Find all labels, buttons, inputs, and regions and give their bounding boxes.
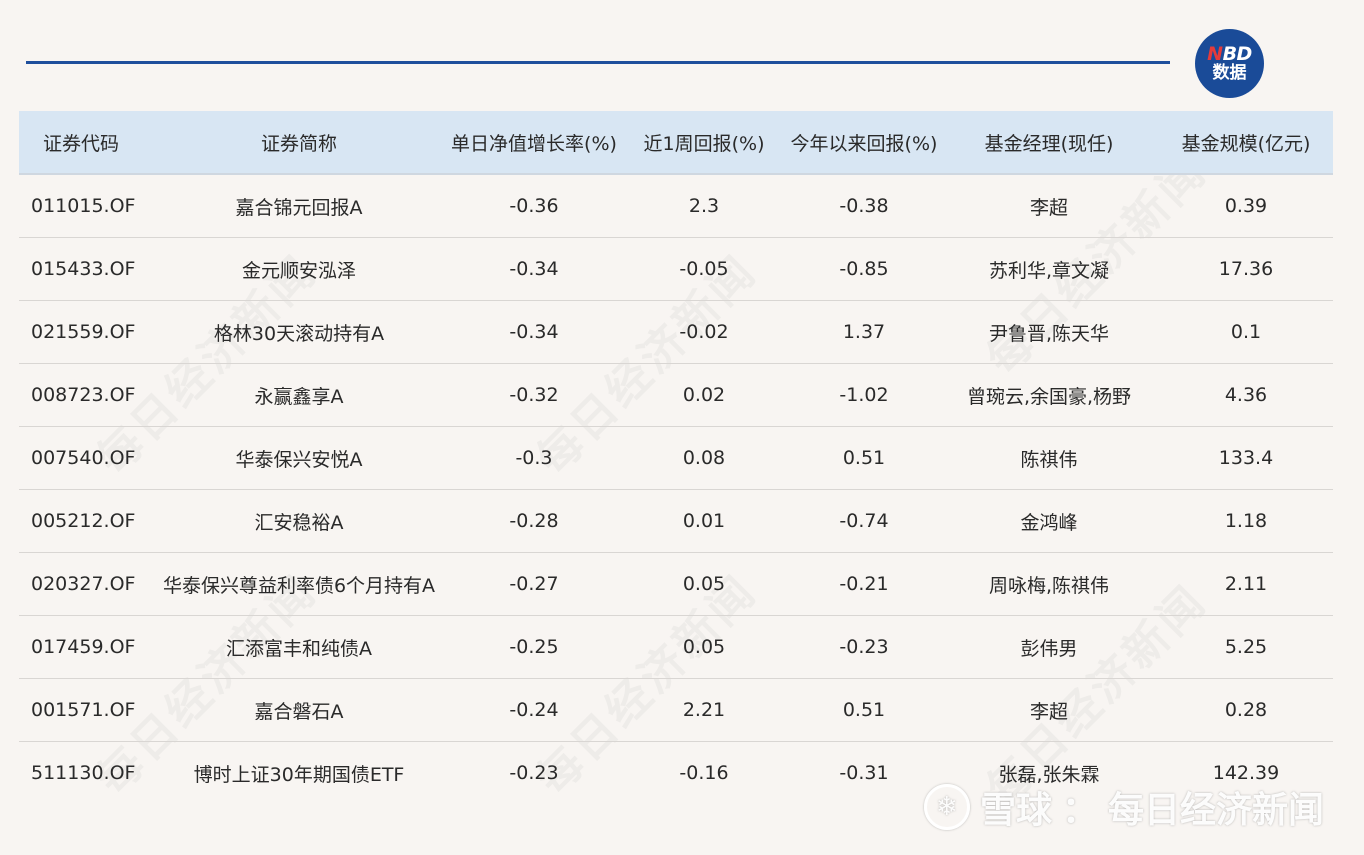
cell-code: 015433.OF bbox=[19, 237, 149, 301]
cell-week-return: 0.02 bbox=[619, 363, 789, 427]
nbd-logo: NBD 数据 bbox=[1195, 29, 1264, 98]
cell-code: 017459.OF bbox=[19, 615, 149, 679]
cell-fund-size: 0.28 bbox=[1159, 678, 1333, 742]
table-header: 证券代码 证券简称 单日净值增长率(%) 近1周回报(%) 今年以来回报(%) 基金经理(… bbox=[19, 111, 1333, 175]
cell-daily-growth: -0.32 bbox=[449, 363, 619, 427]
cell-name: 格林30天滚动持有A bbox=[149, 300, 449, 364]
bottom-watermark-source: 每日经济新闻 bbox=[1107, 790, 1324, 831]
column-header-name: 证券简称 bbox=[149, 111, 449, 175]
column-header-ytd-return: 今年以来回报(%) bbox=[789, 111, 939, 175]
table-row: 011015.OF 嘉合锦元回报A -0.36 2.3 -0.38 李超 0.39 bbox=[19, 174, 1333, 238]
column-header-daily-growth: 单日净值增长率(%) bbox=[449, 111, 619, 175]
cell-ytd-return: 0.51 bbox=[789, 426, 939, 490]
cell-manager: 周咏梅,陈祺伟 bbox=[939, 552, 1159, 616]
cell-code: 020327.OF bbox=[19, 552, 149, 616]
cell-code: 008723.OF bbox=[19, 363, 149, 427]
cell-week-return: 0.08 bbox=[619, 426, 789, 490]
cell-ytd-return: -0.74 bbox=[789, 489, 939, 553]
table-row: 021559.OF 格林30天滚动持有A -0.34 -0.02 1.37 尹鲁晋,陈天华… bbox=[19, 300, 1333, 364]
cell-week-return: 2.21 bbox=[619, 678, 789, 742]
cell-code: 001571.OF bbox=[19, 678, 149, 742]
cell-manager: 尹鲁晋,陈天华 bbox=[939, 300, 1159, 364]
cell-ytd-return: -1.02 bbox=[789, 363, 939, 427]
cell-manager: 陈祺伟 bbox=[939, 426, 1159, 490]
column-header-manager: 基金经理(现任) bbox=[939, 111, 1159, 175]
cell-daily-growth: -0.28 bbox=[449, 489, 619, 553]
cell-fund-size: 17.36 bbox=[1159, 237, 1333, 301]
cell-fund-size: 1.18 bbox=[1159, 489, 1333, 553]
cell-week-return: 0.05 bbox=[619, 615, 789, 679]
cell-week-return: 0.01 bbox=[619, 489, 789, 553]
cell-daily-growth: -0.24 bbox=[449, 678, 619, 742]
cell-week-return: 0.05 bbox=[619, 552, 789, 616]
table-row: 015433.OF 金元顺安泓泽 -0.34 -0.05 -0.85 苏利华,章文凝 17.… bbox=[19, 237, 1333, 301]
cell-fund-size: 133.4 bbox=[1159, 426, 1333, 490]
cell-code: 007540.OF bbox=[19, 426, 149, 490]
cell-name: 汇添富丰和纯债A bbox=[149, 615, 449, 679]
cell-fund-size: 5.25 bbox=[1159, 615, 1333, 679]
cell-name: 华泰保兴安悦A bbox=[149, 426, 449, 490]
cell-ytd-return: -0.85 bbox=[789, 237, 939, 301]
fund-table: 证券代码 证券简称 单日净值增长率(%) 近1周回报(%) 今年以来回报(%) 基金经理(… bbox=[19, 111, 1333, 804]
table-row: 001571.OF 嘉合磐石A -0.24 2.21 0.51 李超 0.28 bbox=[19, 678, 1333, 742]
table-row: 008723.OF 永赢鑫享A -0.32 0.02 -1.02 曾琬云,余国豪,杨野 4.… bbox=[19, 363, 1333, 427]
cell-fund-size: 4.36 bbox=[1159, 363, 1333, 427]
cell-code: 021559.OF bbox=[19, 300, 149, 364]
logo-bottom-text: 数据 bbox=[1212, 62, 1247, 83]
top-rule bbox=[26, 61, 1170, 64]
cell-daily-growth: -0.34 bbox=[449, 300, 619, 364]
cell-ytd-return: -0.38 bbox=[789, 174, 939, 238]
cell-code: 011015.OF bbox=[19, 174, 149, 238]
cell-name: 永赢鑫享A bbox=[149, 363, 449, 427]
cell-code: 005212.OF bbox=[19, 489, 149, 553]
cell-fund-size: 2.11 bbox=[1159, 552, 1333, 616]
cell-name: 博时上证30年期国债ETF bbox=[193, 763, 405, 786]
cell-daily-growth: -0.25 bbox=[449, 615, 619, 679]
cell-manager: 彭伟男 bbox=[939, 615, 1159, 679]
logo-top-text: NBD bbox=[1207, 42, 1252, 65]
table-body: 011015.OF 嘉合锦元回报A -0.36 2.3 -0.38 李超 0.39 01543… bbox=[19, 174, 1333, 804]
cell-manager: 曾琬云,余国豪,杨野 bbox=[939, 363, 1159, 427]
cell-fund-size: 0.39 bbox=[1159, 174, 1333, 238]
table-row: 017459.OF 汇添富丰和纯债A -0.25 0.05 -0.23 彭伟男 5.25 bbox=[19, 615, 1333, 679]
table-row: 020327.OF 华泰保兴尊益利率债6个月持有A -0.27 0.05 -0.21 周咏… bbox=[19, 552, 1333, 616]
table-row: 007540.OF 华泰保兴安悦A -0.3 0.08 0.51 陈祺伟 133.4 bbox=[19, 426, 1333, 490]
cell-manager: 李超 bbox=[939, 174, 1159, 238]
cell-name: 嘉合磐石A bbox=[149, 678, 449, 742]
cell-week-return: -0.02 bbox=[619, 300, 789, 364]
cell-name: 汇安稳裕A bbox=[149, 489, 449, 553]
cell-ytd-return: -0.23 bbox=[789, 615, 939, 679]
cell-daily-growth: -0.23 bbox=[509, 762, 559, 784]
bottom-watermark-brand: 雪球 bbox=[979, 790, 1052, 831]
cell-manager: 李超 bbox=[939, 678, 1159, 742]
cell-ytd-return: -0.21 bbox=[789, 552, 939, 616]
cell-ytd-return: 0.51 bbox=[789, 678, 939, 742]
cell-name: 华泰保兴尊益利率债6个月持有A bbox=[149, 552, 449, 616]
snowball-icon: ❄ bbox=[923, 784, 970, 830]
cell-fund-size: 0.1 bbox=[1159, 300, 1333, 364]
cell-name: 嘉合锦元回报A bbox=[149, 174, 449, 238]
cell-daily-growth: -0.34 bbox=[449, 237, 619, 301]
column-header-fund-size: 基金规模(亿元) bbox=[1159, 111, 1333, 175]
column-header-week-return: 近1周回报(%) bbox=[619, 111, 789, 175]
cell-week-return: 2.3 bbox=[619, 174, 789, 238]
table-row: 005212.OF 汇安稳裕A -0.28 0.01 -0.74 金鸿峰 1.18 bbox=[19, 489, 1333, 553]
header-row: 证券代码 证券简称 单日净值增长率(%) 近1周回报(%) 今年以来回报(%) 基金经理(… bbox=[19, 111, 1333, 175]
bottom-watermark-separator: ： bbox=[1061, 790, 1098, 831]
column-header-code: 证券代码 bbox=[19, 111, 149, 175]
cell-manager: 金鸿峰 bbox=[939, 489, 1159, 553]
cell-ytd-return: -0.31 bbox=[839, 762, 889, 784]
cell-daily-growth: -0.36 bbox=[449, 174, 619, 238]
cell-daily-growth: -0.27 bbox=[449, 552, 619, 616]
cell-week-return: -0.05 bbox=[619, 237, 789, 301]
cell-name: 金元顺安泓泽 bbox=[149, 237, 449, 301]
cell-manager: 苏利华,章文凝 bbox=[939, 237, 1159, 301]
cell-code: 511130.OF bbox=[31, 762, 136, 784]
cell-daily-growth: -0.3 bbox=[449, 426, 619, 490]
cell-ytd-return: 1.37 bbox=[789, 300, 939, 364]
bottom-watermark: ❄ 雪球：每日经济新闻 bbox=[923, 781, 1324, 833]
cell-week-return: -0.16 bbox=[679, 762, 729, 784]
